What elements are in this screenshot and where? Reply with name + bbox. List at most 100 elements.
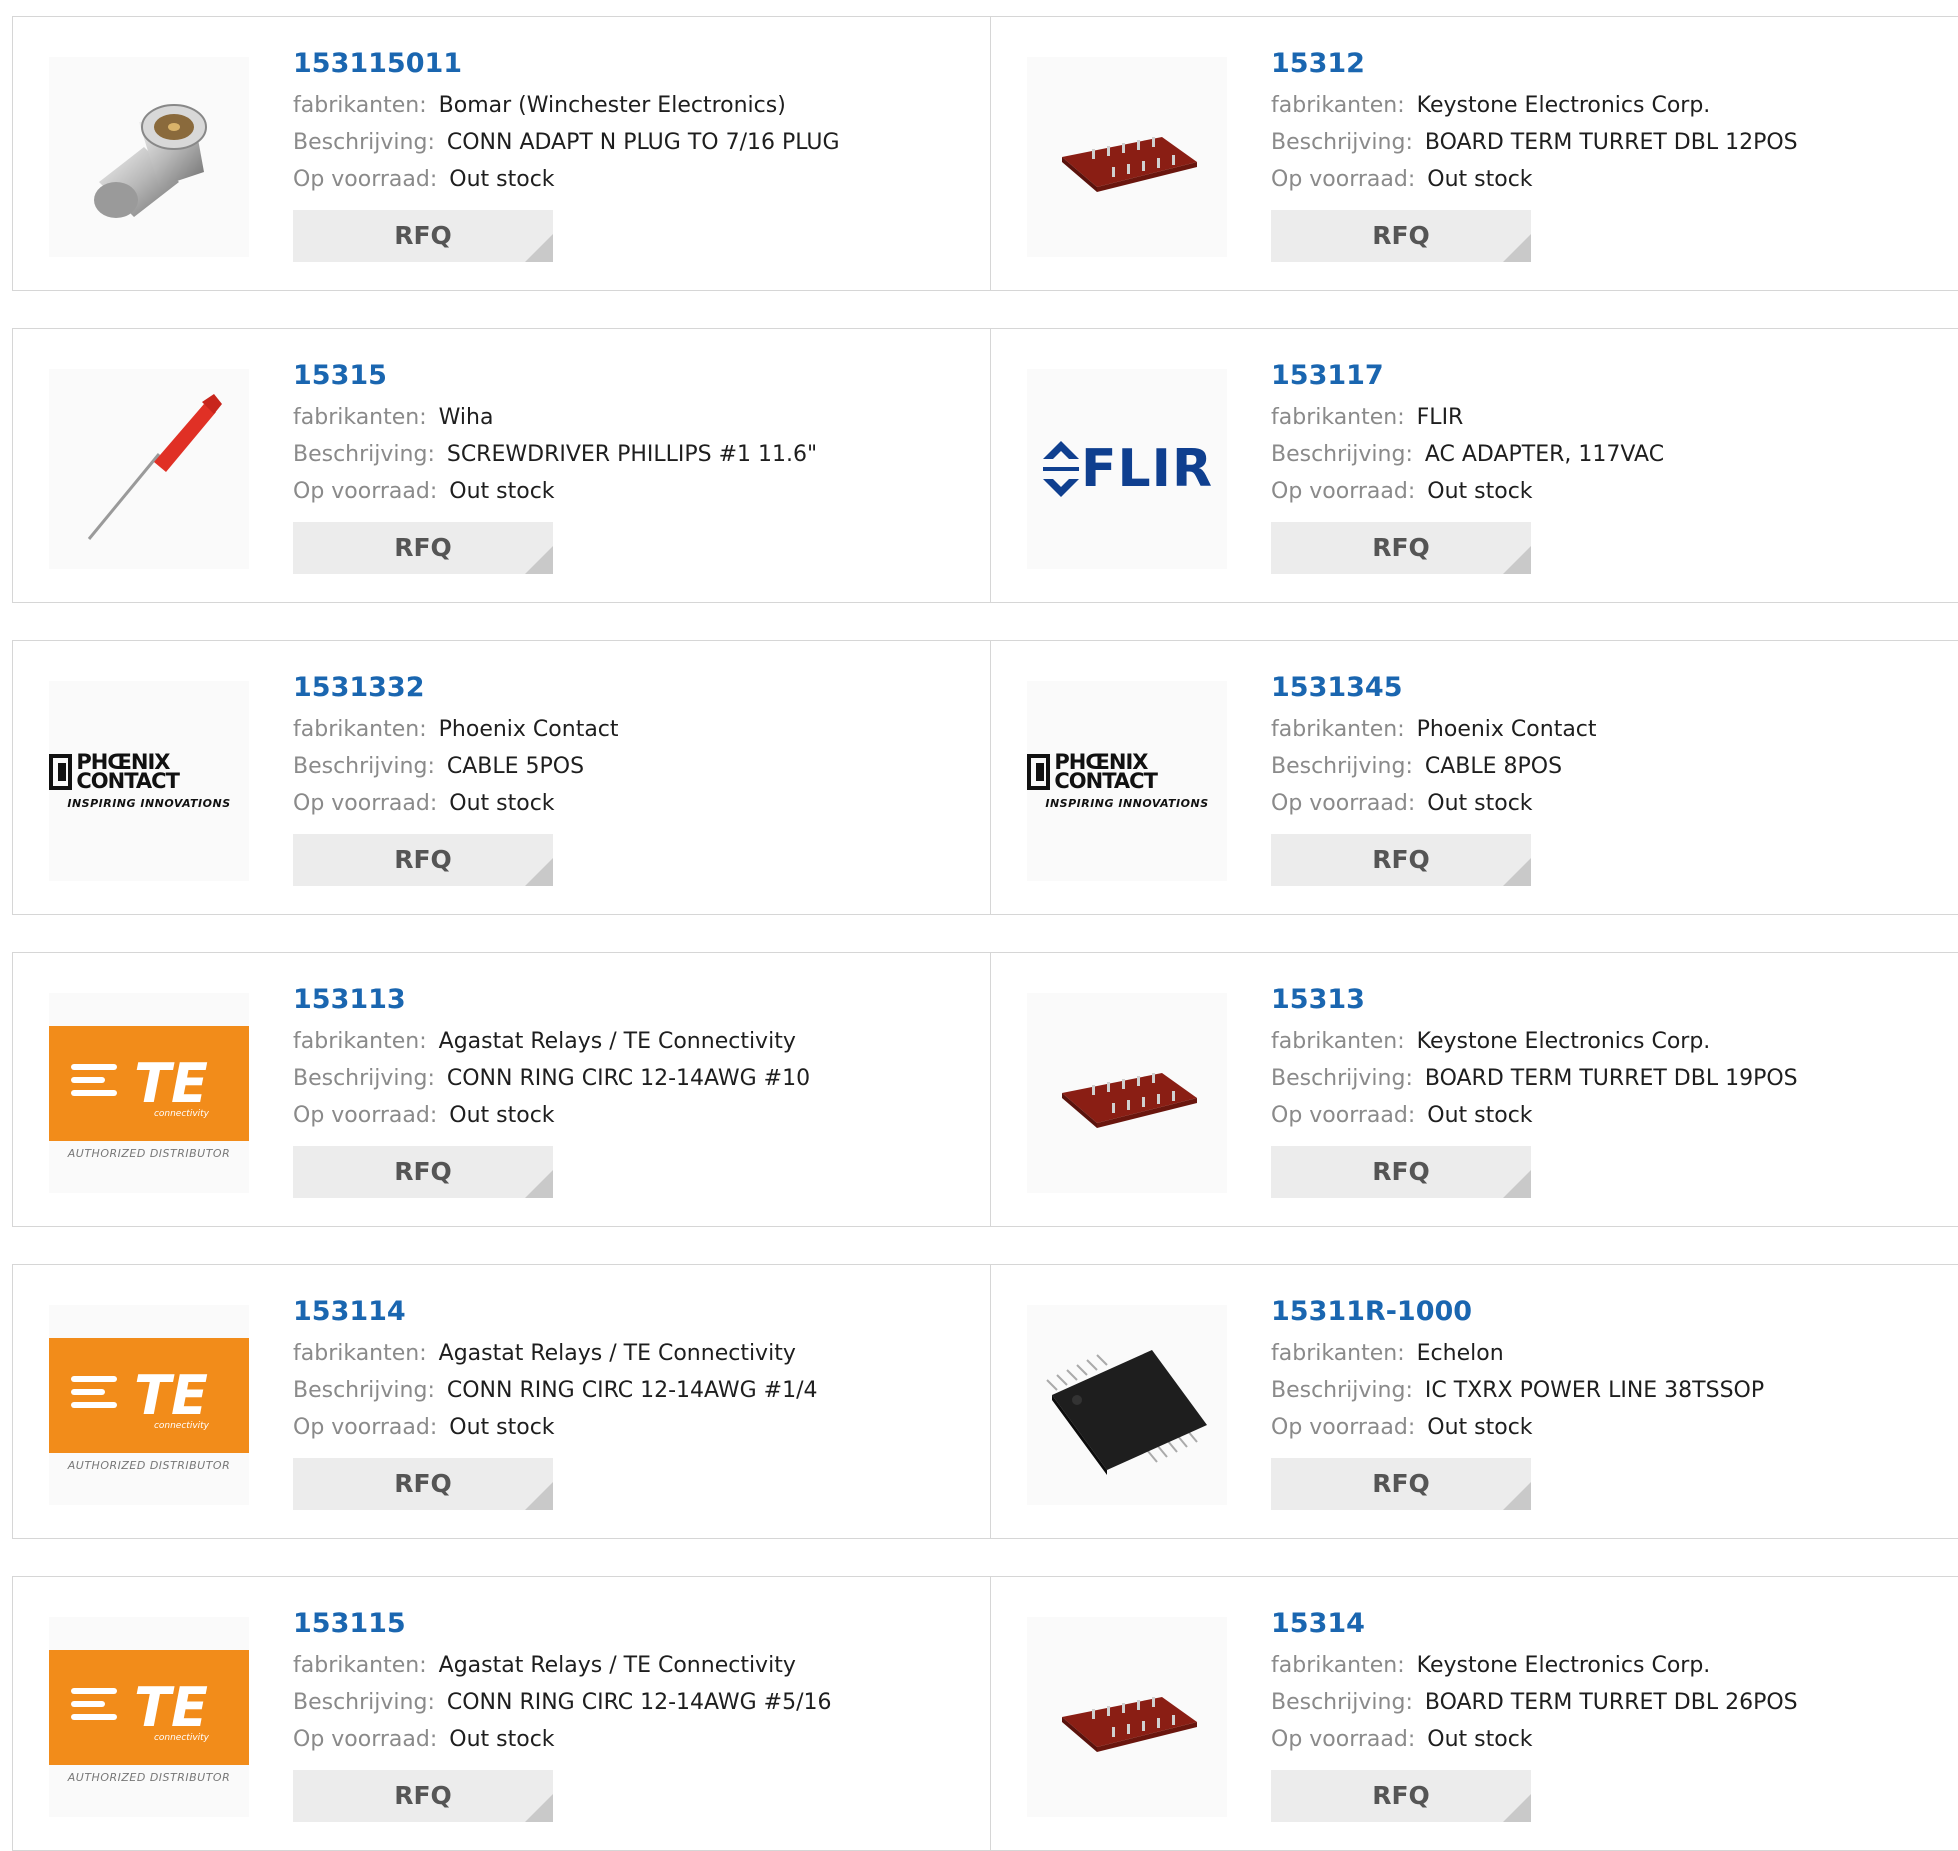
manufacturer-value: Keystone Electronics Corp. bbox=[1416, 1029, 1711, 1054]
rfq-button[interactable]: RFQ bbox=[293, 210, 553, 262]
rfq-corner-icon bbox=[525, 234, 553, 262]
rfq-button[interactable]: RFQ bbox=[1271, 1770, 1531, 1822]
product-thumbnail[interactable]: TE connectivity AUTHORIZED DISTRIBUTOR bbox=[49, 993, 249, 1193]
product-info: 153115 fabrikanten: Agastat Relays / TE C… bbox=[293, 1607, 832, 1822]
stock-row: Op voorraad: Out stock bbox=[293, 161, 840, 198]
manufacturer-value: Echelon bbox=[1416, 1341, 1504, 1366]
rfq-button[interactable]: RFQ bbox=[293, 1770, 553, 1822]
stock-value: Out stock bbox=[449, 1415, 555, 1440]
product-thumbnail[interactable] bbox=[49, 57, 249, 257]
part-number-link[interactable]: 15313 bbox=[1271, 983, 1798, 1017]
rfq-corner-icon bbox=[1503, 1170, 1531, 1198]
te-connectivity-logo: TE connectivity AUTHORIZED DISTRIBUTOR bbox=[49, 1026, 249, 1160]
part-number-link[interactable]: 15314 bbox=[1271, 1607, 1798, 1641]
rfq-button[interactable]: RFQ bbox=[1271, 1146, 1531, 1198]
phoenix-contact-logo: PHŒNIX CONTACT INSPIRING INNOVATIONS bbox=[49, 751, 249, 810]
description-value: BOARD TERM TURRET DBL 12POS bbox=[1424, 130, 1798, 155]
stock-row: Op voorraad: Out stock bbox=[293, 1097, 810, 1134]
rfq-button[interactable]: RFQ bbox=[1271, 210, 1531, 262]
rfq-button[interactable]: RFQ bbox=[293, 522, 553, 574]
description-label: Beschrijving: bbox=[1271, 442, 1413, 467]
part-number-link[interactable]: 15315 bbox=[293, 359, 817, 393]
tssop-chip-image bbox=[1046, 1350, 1207, 1475]
manufacturer-row: fabrikanten: Wiha bbox=[293, 399, 817, 436]
stock-row: Op voorraad: Out stock bbox=[1271, 1409, 1764, 1446]
product-info: 153113 fabrikanten: Agastat Relays / TE C… bbox=[293, 983, 810, 1198]
manufacturer-row: fabrikanten: Keystone Electronics Corp. bbox=[1271, 1647, 1798, 1684]
manufacturer-value: Agastat Relays / TE Connectivity bbox=[438, 1029, 796, 1054]
part-number-link[interactable]: 153115011 bbox=[293, 47, 840, 81]
part-number-link[interactable]: 153113 bbox=[293, 983, 810, 1017]
manufacturer-row: fabrikanten: Keystone Electronics Corp. bbox=[1271, 1023, 1798, 1060]
product-info: 153114 fabrikanten: Agastat Relays / TE C… bbox=[293, 1295, 818, 1510]
part-number-link[interactable]: 153115 bbox=[293, 1607, 832, 1641]
stock-value: Out stock bbox=[449, 167, 555, 192]
product-card: PHŒNIX CONTACT INSPIRING INNOVATIONS 153… bbox=[12, 640, 991, 915]
te-logo-tagline: AUTHORIZED DISTRIBUTOR bbox=[67, 1459, 231, 1472]
te-logo-text: TE bbox=[134, 1051, 208, 1115]
manufacturer-value: Wiha bbox=[438, 405, 494, 430]
product-thumbnail[interactable] bbox=[1027, 57, 1227, 257]
rfq-button-label: RFQ bbox=[1372, 1157, 1430, 1186]
product-info: 15314 fabrikanten: Keystone Electronics C… bbox=[1271, 1607, 1798, 1822]
stock-value: Out stock bbox=[1427, 167, 1533, 192]
description-row: Beschrijving: CONN RING CIRC 12-14AWG #10 bbox=[293, 1060, 810, 1097]
rfq-button[interactable]: RFQ bbox=[293, 1146, 553, 1198]
rfq-button[interactable]: RFQ bbox=[293, 834, 553, 886]
product-grid: 153115011 fabrikanten: Bomar (Winchester … bbox=[12, 16, 1958, 1851]
product-info: 153117 fabrikanten: FLIR Beschrijving: AC … bbox=[1271, 359, 1664, 574]
manufacturer-value: Agastat Relays / TE Connectivity bbox=[438, 1653, 796, 1678]
flir-logo-text: FLIR bbox=[1080, 439, 1214, 499]
te-logo-subtext: connectivity bbox=[153, 1109, 209, 1119]
stock-row: Op voorraad: Out stock bbox=[1271, 473, 1664, 510]
part-number-link[interactable]: 1531345 bbox=[1271, 671, 1597, 705]
manufacturer-label: fabrikanten: bbox=[293, 1653, 427, 1678]
rfq-button-label: RFQ bbox=[394, 845, 452, 874]
product-thumbnail[interactable]: FLIR bbox=[1027, 369, 1227, 569]
product-thumbnail[interactable] bbox=[1027, 1617, 1227, 1817]
manufacturer-row: fabrikanten: Keystone Electronics Corp. bbox=[1271, 87, 1798, 124]
stock-label: Op voorraad: bbox=[293, 1727, 438, 1752]
product-thumbnail[interactable] bbox=[1027, 1305, 1227, 1505]
rfq-button[interactable]: RFQ bbox=[1271, 834, 1531, 886]
product-thumbnail[interactable]: PHŒNIX CONTACT INSPIRING INNOVATIONS bbox=[1027, 681, 1227, 881]
part-number-link[interactable]: 153117 bbox=[1271, 359, 1664, 393]
product-card: 153115011 fabrikanten: Bomar (Winchester … bbox=[12, 16, 991, 291]
stock-row: Op voorraad: Out stock bbox=[1271, 161, 1798, 198]
rfq-corner-icon bbox=[1503, 858, 1531, 886]
stock-value: Out stock bbox=[449, 1103, 555, 1128]
product-thumbnail[interactable]: PHŒNIX CONTACT INSPIRING INNOVATIONS bbox=[49, 681, 249, 881]
part-number-link[interactable]: 15311R-1000 bbox=[1271, 1295, 1764, 1329]
part-number-link[interactable]: 15312 bbox=[1271, 47, 1798, 81]
product-thumbnail[interactable] bbox=[49, 369, 249, 569]
manufacturer-label: fabrikanten: bbox=[293, 405, 427, 430]
part-number-link[interactable]: 1531332 bbox=[293, 671, 619, 705]
rfq-button-label: RFQ bbox=[394, 1157, 452, 1186]
description-value: SCREWDRIVER PHILLIPS #1 11.6" bbox=[446, 442, 818, 467]
description-label: Beschrijving: bbox=[293, 1690, 435, 1715]
stock-label: Op voorraad: bbox=[1271, 479, 1416, 504]
stock-label: Op voorraad: bbox=[293, 1415, 438, 1440]
rfq-button-label: RFQ bbox=[1372, 1781, 1430, 1810]
product-card: 15312 fabrikanten: Keystone Electronics C… bbox=[991, 16, 1958, 291]
rfq-button[interactable]: RFQ bbox=[1271, 1458, 1531, 1510]
part-number-link[interactable]: 153114 bbox=[293, 1295, 818, 1329]
rfq-button[interactable]: RFQ bbox=[1271, 522, 1531, 574]
rfq-button-label: RFQ bbox=[1372, 1469, 1430, 1498]
turret-board-image bbox=[1062, 1697, 1197, 1752]
rfq-corner-icon bbox=[525, 1482, 553, 1510]
manufacturer-row: fabrikanten: Agastat Relays / TE Connecti… bbox=[293, 1335, 818, 1372]
phoenix-contact-logo: PHŒNIX CONTACT INSPIRING INNOVATIONS bbox=[1027, 751, 1227, 810]
turret-board-image bbox=[1062, 137, 1197, 192]
stock-label: Op voorraad: bbox=[1271, 1415, 1416, 1440]
product-card: TE connectivity AUTHORIZED DISTRIBUTOR 1… bbox=[12, 1264, 991, 1539]
rfq-button[interactable]: RFQ bbox=[293, 1458, 553, 1510]
product-thumbnail[interactable]: TE connectivity AUTHORIZED DISTRIBUTOR bbox=[49, 1305, 249, 1505]
description-value: CONN RING CIRC 12-14AWG #5/16 bbox=[446, 1690, 832, 1715]
product-info: 1531345 fabrikanten: Phoenix Contact Besc… bbox=[1271, 671, 1597, 886]
stock-row: Op voorraad: Out stock bbox=[293, 1409, 818, 1446]
product-info: 15313 fabrikanten: Keystone Electronics C… bbox=[1271, 983, 1798, 1198]
product-thumbnail[interactable] bbox=[1027, 993, 1227, 1193]
description-row: Beschrijving: CONN ADAPT N PLUG TO 7/16 P… bbox=[293, 124, 840, 161]
product-thumbnail[interactable]: TE connectivity AUTHORIZED DISTRIBUTOR bbox=[49, 1617, 249, 1817]
